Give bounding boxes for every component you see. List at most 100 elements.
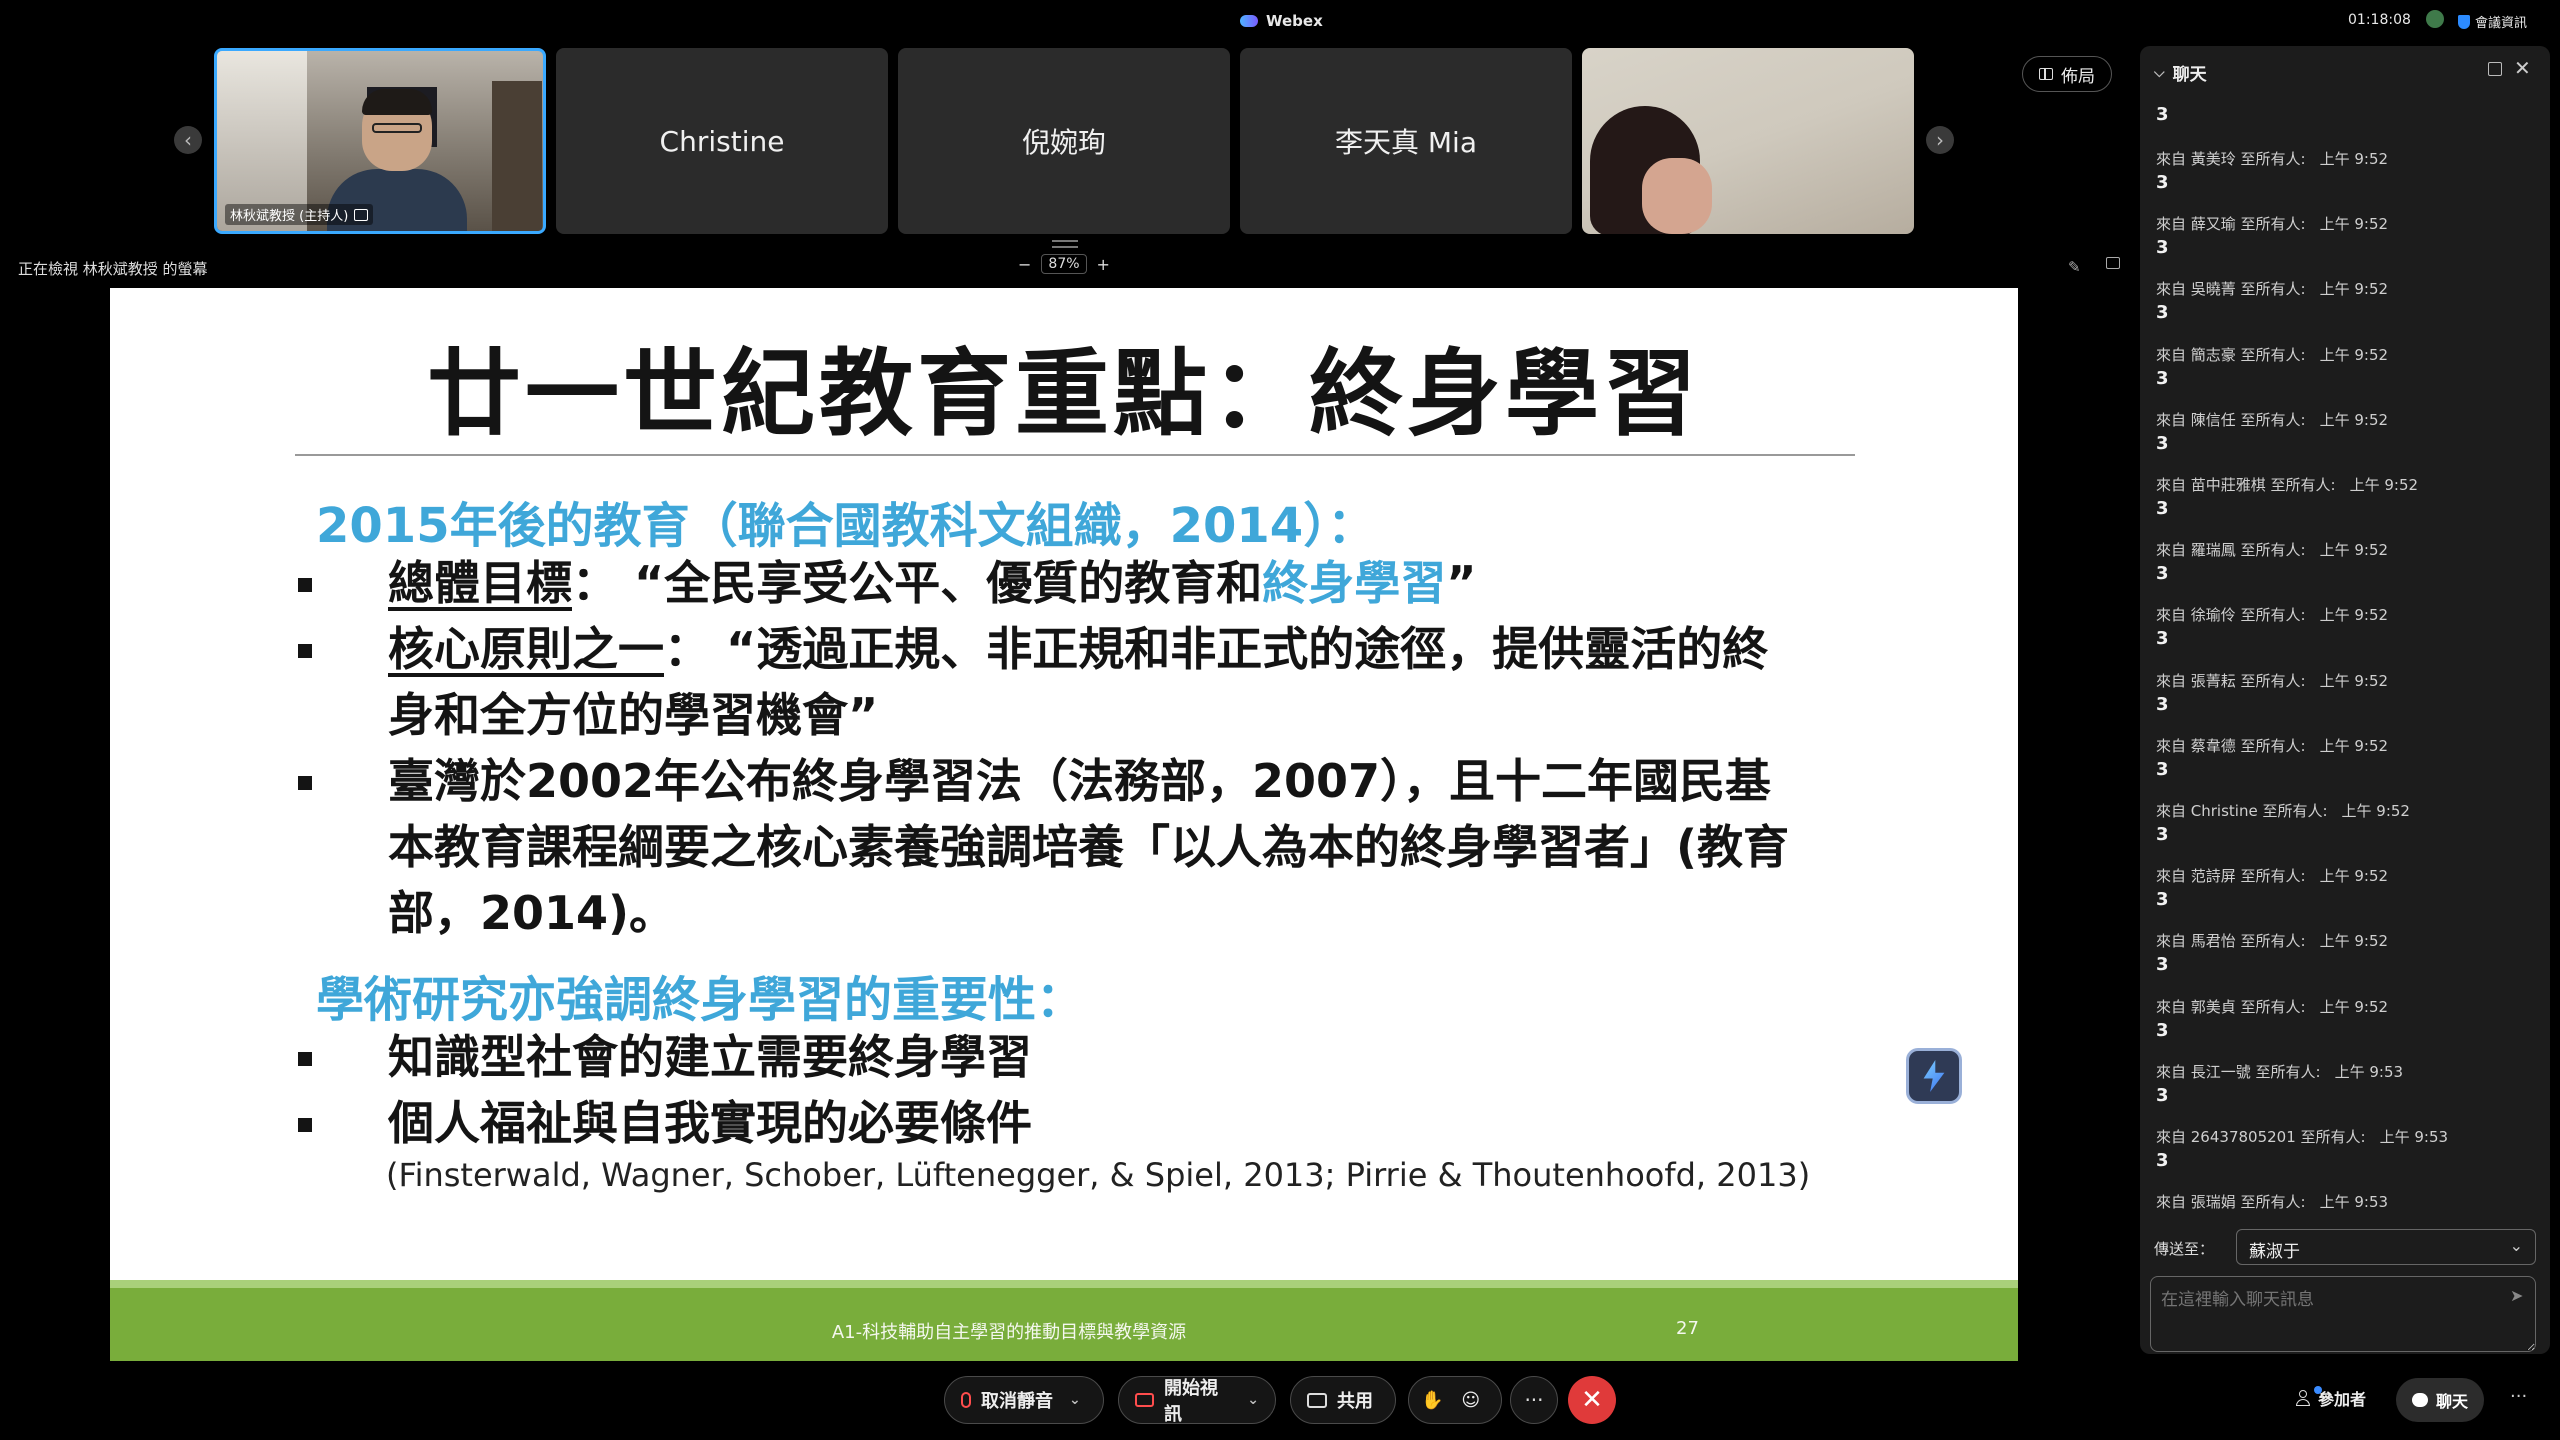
- message-meta: 來自 張瑞娟 至所有人: 上午 9:53: [2156, 1191, 2388, 1212]
- participant-name: 倪婉珣: [1021, 126, 1106, 159]
- slide-footer: A1-科技輔助自主學習的推動目標與教學資源 27: [110, 1280, 2018, 1361]
- raise-hand-icon[interactable]: ✋: [1421, 1390, 1443, 1411]
- meeting-info-label: 會議資訊: [2475, 16, 2528, 31]
- meeting-timer: 01:18:08: [2348, 12, 2411, 28]
- chat-message: 來自 簡志豪 至所有人: 上午 9:52 3: [2156, 344, 2536, 409]
- message-meta: 來自 Christine 至所有人: 上午 9:52: [2156, 800, 2410, 821]
- message-body: 3: [2156, 104, 2169, 125]
- message-sender: 來自 Christine 至所有人:: [2156, 802, 2328, 820]
- participants-button[interactable]: 參加者: [2296, 1386, 2366, 1410]
- shield-icon: [2458, 14, 2470, 29]
- send-to-select[interactable]: 蘇淑于 ⌄: [2236, 1229, 2536, 1265]
- chat-message: 來自 Christine 至所有人: 上午 9:52 3: [2156, 800, 2536, 865]
- message-meta: 來自 范詩屏 至所有人: 上午 9:52: [2156, 865, 2388, 886]
- message-time: 上午 9:53: [2334, 1062, 2404, 1081]
- chat-message: 來自 26437805201 至所有人: 上午 9:53 3: [2156, 1126, 2536, 1191]
- meeting-info-button[interactable]: 會議資訊: [2458, 12, 2527, 31]
- message-meta: 來自 陳信任 至所有人: 上午 9:52: [2156, 409, 2388, 430]
- message-time: 上午 9:52: [2319, 410, 2389, 429]
- message-meta: 來自 吳曉菁 至所有人: 上午 9:52: [2156, 278, 2388, 299]
- message-sender: 來自 張瑞娟 至所有人:: [2156, 1193, 2306, 1212]
- message-sender: 來自 薛又瑜 至所有人:: [2156, 215, 2306, 234]
- floating-app-icon[interactable]: [1906, 1048, 1962, 1104]
- chat-message: 來自 長江一號 至所有人: 上午 9:53 3: [2156, 1061, 2536, 1126]
- chat-toggle-label: 聊天: [2436, 1392, 2469, 1411]
- sharing-icon: [354, 208, 369, 221]
- message-time: 上午 9:53: [2319, 1193, 2389, 1212]
- zoom-in-button[interactable]: +: [1097, 255, 1110, 274]
- close-icon[interactable]: ✕: [2514, 56, 2531, 80]
- more-icon[interactable]: ···: [2510, 1386, 2527, 1407]
- message-meta: 來自 羅瑞鳳 至所有人: 上午 9:52: [2156, 539, 2388, 560]
- message-time: 上午 9:52: [2319, 280, 2389, 299]
- bullet-text: “透過正規、非正規和非正式的途徑，提供靈活的終: [726, 622, 1769, 676]
- popout-icon[interactable]: [2488, 62, 2502, 76]
- participant-tile[interactable]: 李天真 Mia: [1240, 48, 1572, 234]
- message-sender: 來自 吳曉菁 至所有人:: [2156, 280, 2306, 299]
- chat-toggle-button[interactable]: 聊天: [2396, 1378, 2485, 1422]
- message-time: 上午 9:52: [2319, 215, 2389, 234]
- more-icon: ···: [1524, 1388, 1544, 1412]
- emoji-reaction-icon[interactable]: ☺: [1461, 1390, 1480, 1411]
- chat-title: 聊天: [2172, 65, 2207, 85]
- zoom-level[interactable]: 87%: [1041, 254, 1087, 274]
- app-title-text: Webex: [1266, 12, 1323, 30]
- mic-muted-icon: [961, 1392, 971, 1408]
- popout-icon[interactable]: [2106, 257, 2120, 269]
- message-body: 3: [2156, 954, 2169, 976]
- chevron-down-icon[interactable]: ⌄: [1069, 1392, 1081, 1408]
- chat-message-list[interactable]: 3 來自 黃美玲 至所有人: 上午 9:52 3 來自 薛又瑜 至所有人: 上午 9:5…: [2156, 96, 2536, 1264]
- message-body: 3: [2156, 693, 2169, 715]
- message-time: 上午 9:52: [2319, 345, 2389, 364]
- message-body: 3: [2156, 237, 2169, 259]
- message-body: 3: [2156, 824, 2169, 845]
- layout-button[interactable]: 佈局: [2022, 56, 2112, 92]
- bullet-text: “全民享受公平、優質的教育和: [634, 556, 1263, 610]
- chevron-down-icon[interactable]: ⌄: [1247, 1392, 1259, 1408]
- chevron-down-icon: ⌵: [2154, 64, 2165, 81]
- chat-message: 來自 徐瑜伶 至所有人: 上午 9:52 3: [2156, 604, 2536, 669]
- slide-heading: 學術研究亦強調終身學習的重要性：: [316, 972, 1085, 1028]
- webex-logo-icon: [1240, 15, 1258, 27]
- participant-tile[interactable]: Christine: [556, 48, 888, 234]
- message-sender: 來自 陳信任 至所有人:: [2156, 410, 2306, 429]
- unmute-button[interactable]: 取消靜音 ⌄: [944, 1376, 1104, 1424]
- message-sender: 來自 徐瑜伶 至所有人:: [2156, 606, 2306, 625]
- bullet-icon: [298, 776, 312, 790]
- strip-next-button[interactable]: ›: [1926, 126, 1954, 154]
- zoom-out-button[interactable]: −: [1018, 255, 1031, 274]
- start-video-label: 開始視訊: [1163, 1378, 1218, 1425]
- end-call-button[interactable]: ✕: [1568, 1376, 1616, 1424]
- message-time: 上午 9:52: [2319, 867, 2389, 886]
- participant-tile-video[interactable]: [1582, 48, 1914, 234]
- chat-header[interactable]: ⌵ 聊天: [2154, 60, 2207, 86]
- chevron-down-icon: ⌄: [2509, 1236, 2523, 1255]
- send-icon[interactable]: ➤: [2510, 1286, 2523, 1305]
- participant-tile-host[interactable]: 林秋斌教授 (主持人): [214, 48, 546, 234]
- share-button[interactable]: 共用: [1290, 1376, 1396, 1424]
- resize-handle[interactable]: [1052, 240, 1078, 248]
- chat-input[interactable]: [2150, 1276, 2536, 1352]
- start-video-button[interactable]: 開始視訊 ⌄: [1118, 1376, 1276, 1425]
- participant-tile[interactable]: 倪婉珣: [898, 48, 1230, 234]
- message-time: 上午 9:52: [2319, 606, 2389, 625]
- more-options-button[interactable]: ···: [1510, 1376, 1558, 1424]
- message-sender: 來自 長江一號 至所有人:: [2156, 1062, 2321, 1081]
- participant-name: Christine: [659, 124, 785, 158]
- message-body: 3: [2156, 889, 2169, 911]
- message-meta: 來自 郭美貞 至所有人: 上午 9:52: [2156, 996, 2388, 1017]
- unmute-label: 取消靜音: [981, 1391, 1053, 1412]
- host-name-label: 林秋斌教授 (主持人): [225, 204, 374, 225]
- slide-citation: (Finsterwald, Wagner, Schober, Lüftenegg…: [386, 1156, 1811, 1194]
- video-person: [1642, 158, 1712, 234]
- connection-status-icon[interactable]: [2426, 10, 2444, 28]
- chat-message: 來自 黃美玲 至所有人: 上午 9:52 3: [2156, 148, 2536, 213]
- message-meta: 來自 張菁耘 至所有人: 上午 9:52: [2156, 670, 2388, 691]
- chat-message: 來自 吳曉菁 至所有人: 上午 9:52 3: [2156, 278, 2536, 343]
- layout-grid-icon: [2039, 68, 2053, 80]
- strip-prev-button[interactable]: ‹: [174, 126, 202, 154]
- message-meta: 來自 薛又瑜 至所有人: 上午 9:52: [2156, 213, 2388, 234]
- annotate-icon[interactable]: ✎: [2068, 258, 2081, 276]
- message-time: 上午 9:52: [2319, 150, 2389, 168]
- message-sender: 來自 羅瑞鳳 至所有人:: [2156, 541, 2306, 560]
